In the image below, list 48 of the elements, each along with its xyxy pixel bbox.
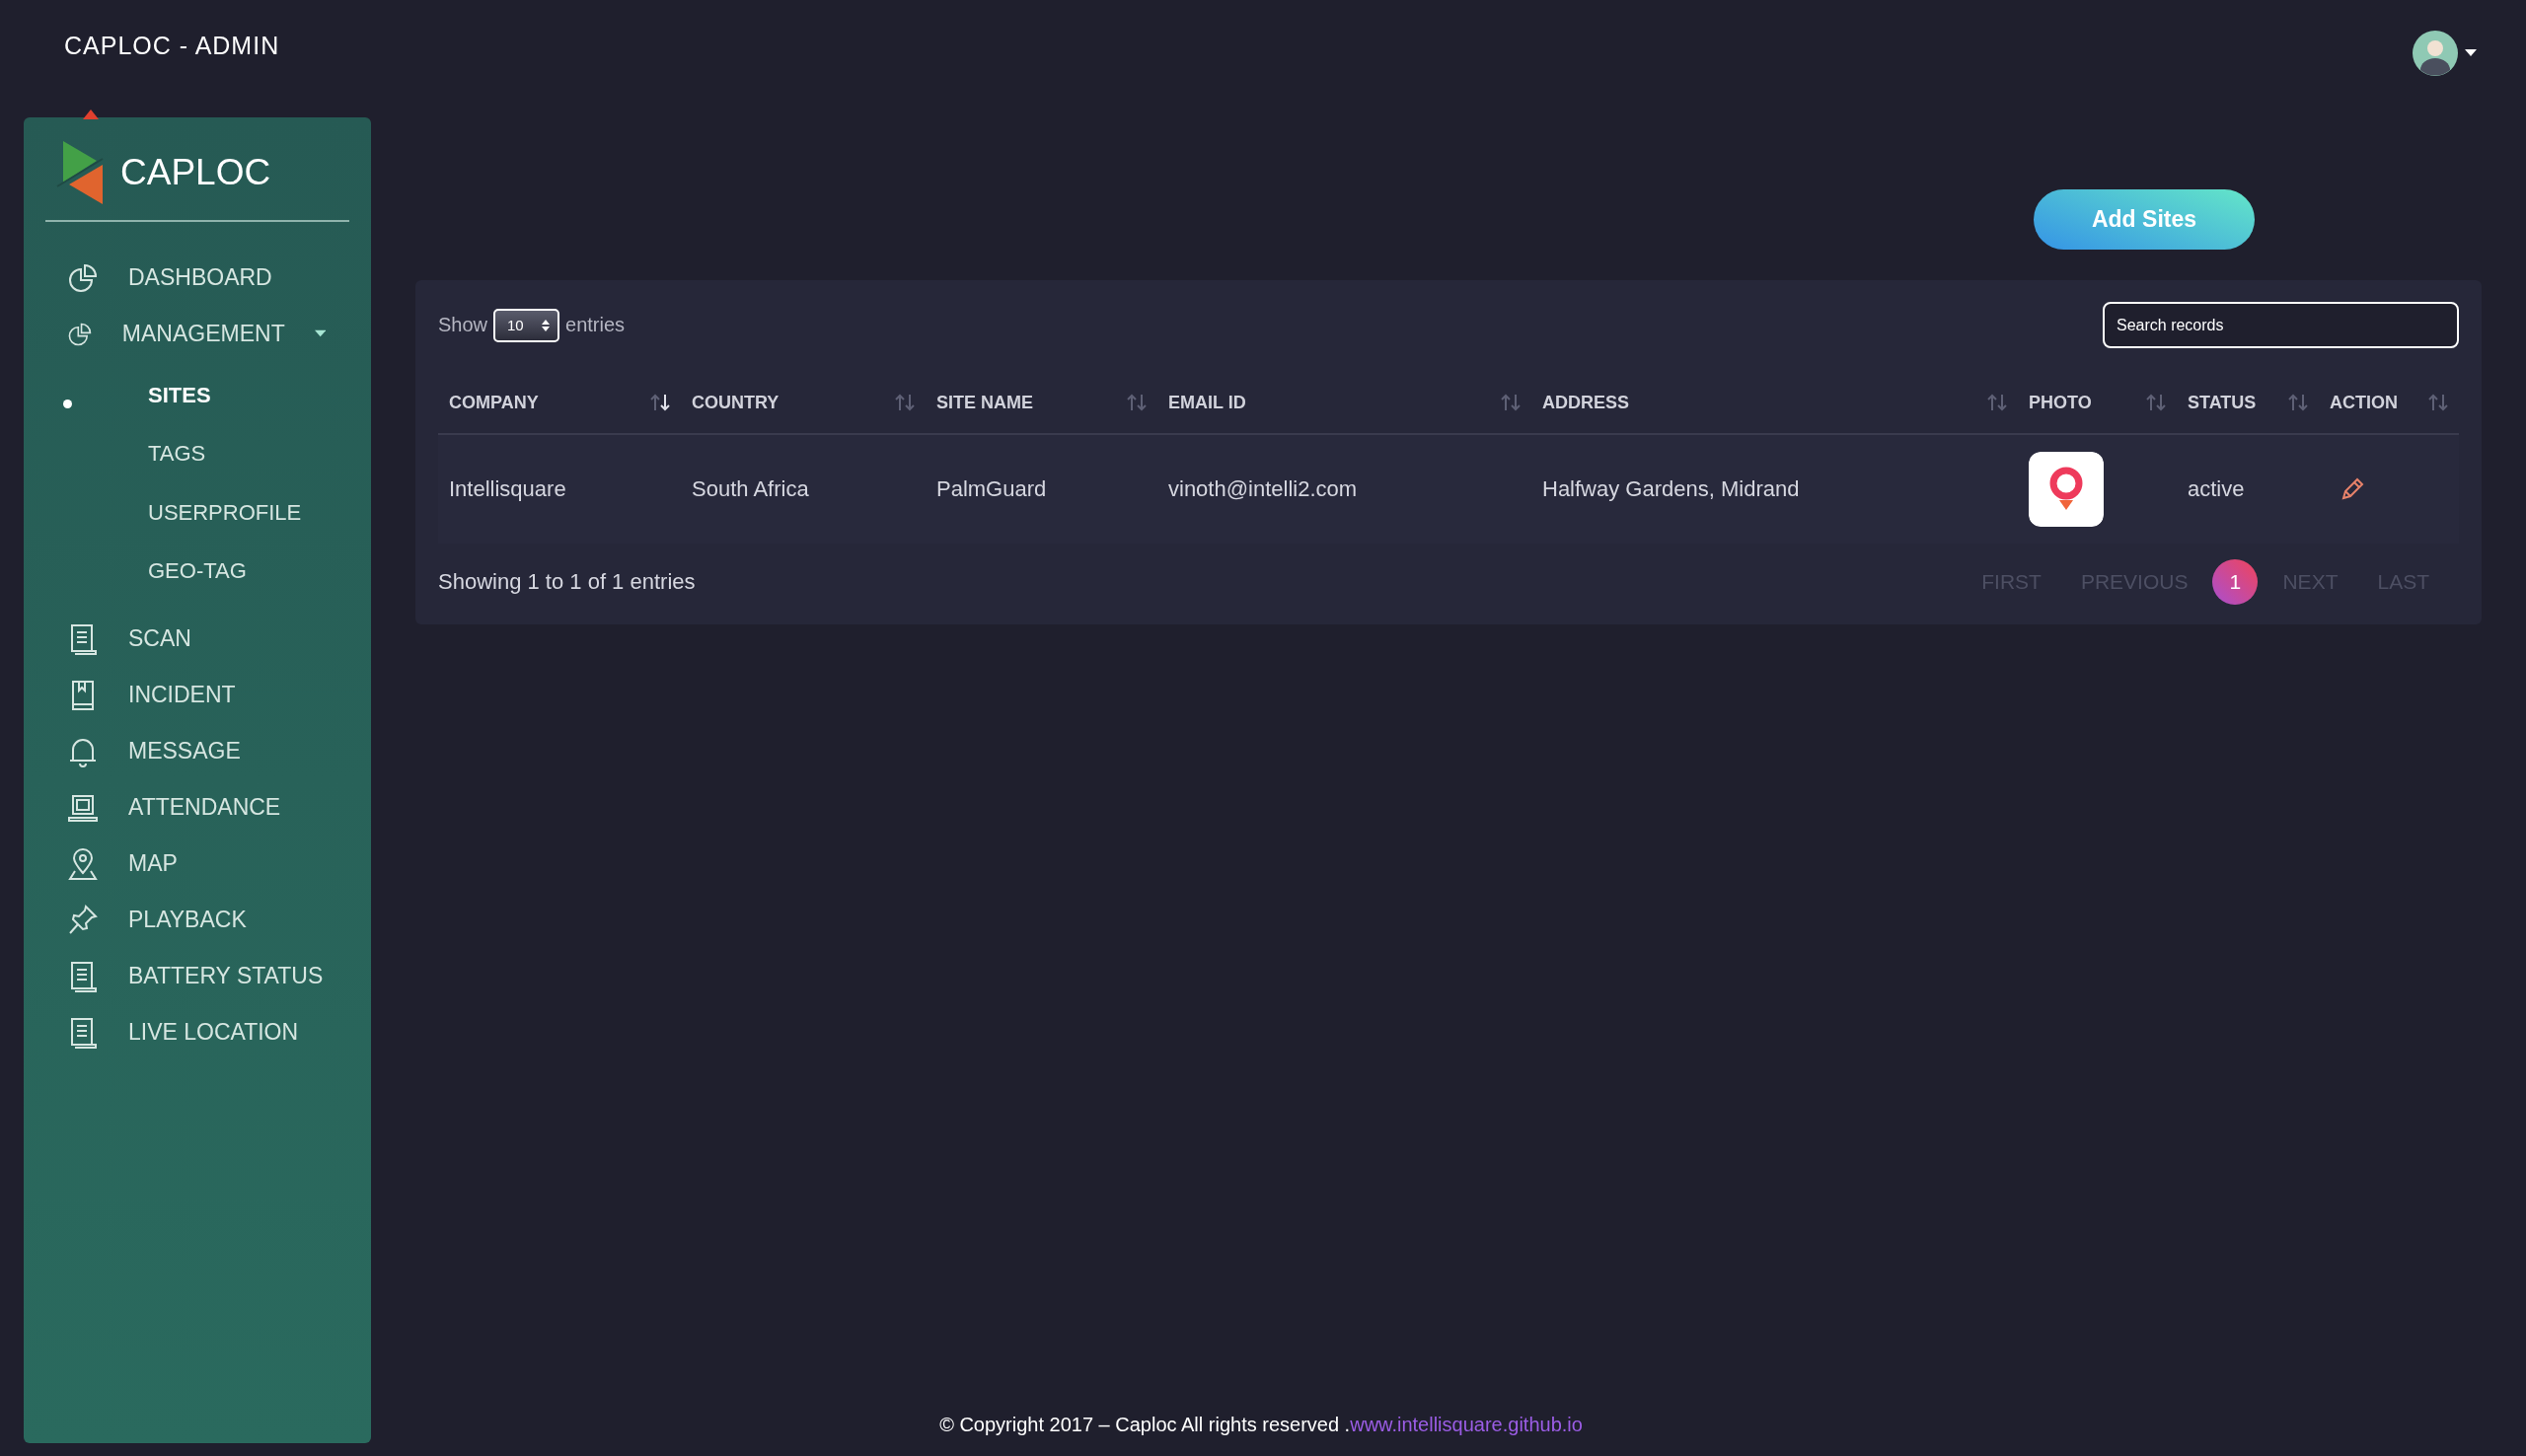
nav-item[interactable]: MAP [45,836,349,892]
column-header: ACTION [2330,392,2398,413]
nav-item[interactable]: BATTERY STATUS [45,948,349,1004]
notch-icon [83,109,99,119]
sort-icon[interactable] [649,393,671,412]
nav-item[interactable]: LIVE LOCATION [45,1004,349,1060]
column-header: ADDRESS [1542,392,1629,413]
column-header: PHOTO [2029,392,2092,413]
column-header: COMPANY [449,392,539,413]
nav-subitem[interactable]: GEO-TAG [45,542,349,601]
nav-item[interactable]: INCIDENT [45,667,349,723]
table-cell: PalmGuard [936,476,1047,502]
page-number[interactable]: 1 [2212,559,2259,605]
table-cell: Intellisquare [449,476,566,502]
nav-item[interactable]: DASHBOARD [45,250,349,306]
spinner-icon [542,318,551,332]
nav-subitem[interactable]: SITES [45,366,349,425]
table-cell: vinoth@intelli2.com [1168,476,1358,502]
copyright-text: © Copyright 2017 – Caploc All rights reserved . [939,1414,1351,1435]
entries-label: entries [565,314,626,336]
column-header: COUNTRY [692,392,780,413]
caret-icon[interactable] [2465,49,2477,57]
column-header: EMAIL ID [1168,392,1246,413]
nav-subitem[interactable]: TAGS [45,424,349,483]
nav-item[interactable]: SCAN [45,611,349,667]
website-link[interactable]: www.intellisquare.github.io [1350,1414,1583,1435]
entries-info: Showing 1 to 1 of 1 entries [438,569,696,595]
show-label: Show [438,314,488,336]
site-photo-icon [2029,452,2104,527]
entries-select[interactable]: 10 [493,308,560,342]
map-pin-icon [67,846,99,881]
nav-subitem[interactable]: USERPROFILE [45,483,349,543]
column-header: SITE NAME [936,392,1033,413]
avatar-icon[interactable] [2412,30,2459,77]
status-text: active [2188,476,2245,502]
nav-item[interactable]: PLAYBACK [45,892,349,948]
column-header: STATUS [2188,392,2257,413]
app-title: CAPLOC - ADMIN [64,32,280,60]
nav-item[interactable]: MANAGEMENT [45,306,349,362]
table-cell: South Africa [692,476,809,502]
brand-name: CAPLOC [120,152,271,193]
table-cell: Halfway Gardens, Midrand [1542,476,1800,502]
nav-item[interactable]: MESSAGE [45,723,349,779]
edit-pencil-icon[interactable] [2340,476,2365,502]
search-field[interactable]: Search records [2103,302,2459,348]
nav-item[interactable]: ATTENDANCE [45,779,349,836]
active-dot-icon [63,400,72,408]
logo-icon [55,141,105,204]
